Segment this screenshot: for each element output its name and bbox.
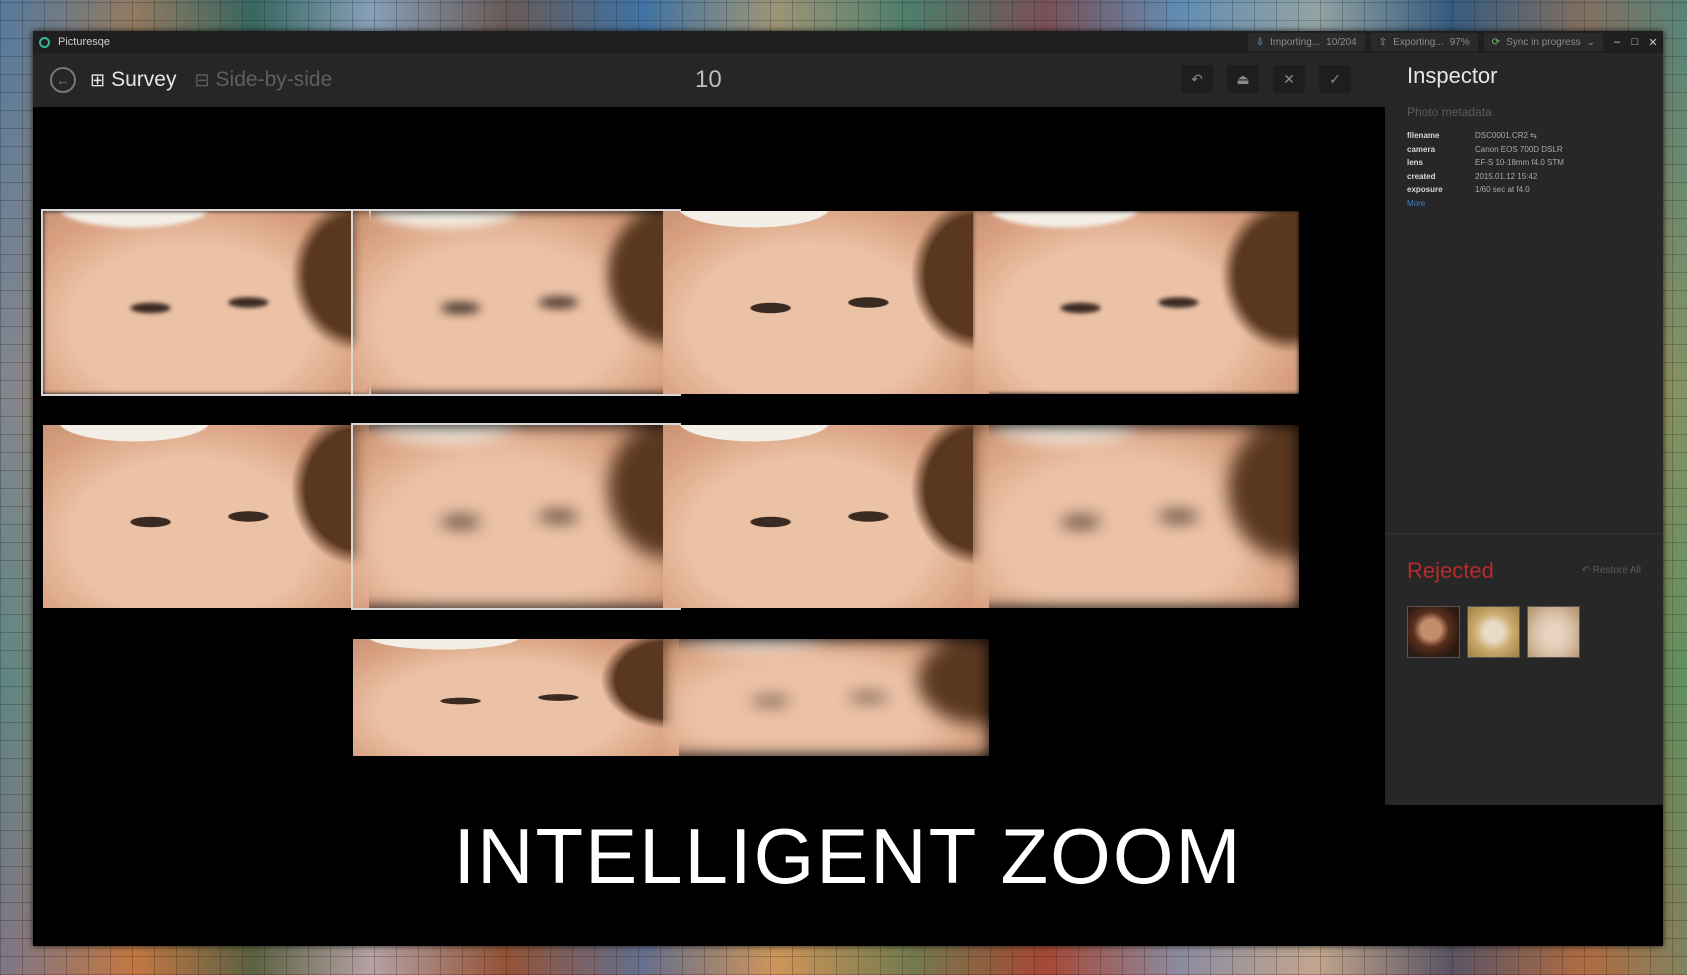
accept-button[interactable]: ✓ — [1319, 65, 1351, 93]
app-logo-icon — [39, 36, 50, 48]
maximize-button[interactable]: □ — [1627, 36, 1643, 48]
sync-icon: ⟳ — [1491, 36, 1501, 48]
sync-dropdown-icon: ⌄ — [1586, 36, 1595, 48]
metadata-value: Canon EOS 700D DSLR — [1475, 144, 1563, 154]
app-window: Picturesqe ⇩ Importing... 10/204 ⇧ Expor… — [33, 31, 1663, 946]
import-icon: ⇩ — [1255, 36, 1265, 48]
mode-side-by-side-label: Side-by-side — [215, 68, 333, 91]
metadata-row: lens EF-S 10-18mm f4.0 STM — [1407, 156, 1564, 170]
photo-1-image — [43, 211, 369, 394]
metadata-row: exposure 1/60 sec at f4.0 — [1407, 183, 1564, 197]
photo-4[interactable] — [973, 211, 1299, 394]
restore-all-button[interactable]: ↶ Restore All — [1581, 565, 1641, 576]
title-bar: Picturesqe ⇩ Importing... 10/204 ⇧ Expor… — [33, 31, 1663, 53]
metadata-row: filename DSC0001.CR2 ⇆ — [1407, 129, 1564, 143]
toolbar: ← ⊞ Survey ⊟ Side-by-side 10 ↶ ⏏ ✕ ✓ — [33, 53, 1385, 107]
accept-icon: ✓ — [1329, 70, 1341, 87]
photo-4-image — [973, 211, 1299, 394]
rejected-thumbnail[interactable] — [1467, 606, 1520, 658]
tool-group: ↶ ⏏ ✕ ✓ — [1181, 65, 1351, 93]
inspector-divider — [1385, 533, 1663, 534]
photo-9-image — [353, 639, 679, 756]
metadata-value: 1/60 sec at f4.0 — [1475, 185, 1530, 194]
metadata-value: EF-S 10-18mm f4.0 STM — [1475, 158, 1564, 167]
metadata-key: created — [1407, 171, 1436, 181]
photo-3[interactable] — [663, 211, 989, 394]
inspector-title: Inspector — [1407, 63, 1498, 88]
metadata-value: 2015.01.12 15:42 — [1475, 171, 1538, 181]
mode-side-by-side[interactable]: ⊟ Side-by-side — [194, 68, 332, 92]
split-icon: ⊟ — [194, 69, 210, 90]
importing-status[interactable]: ⇩ Importing... 10/204 — [1247, 33, 1365, 51]
mode-survey-label: Survey — [111, 68, 177, 91]
photo-8[interactable] — [973, 425, 1299, 608]
reject-button[interactable]: ✕ — [1273, 65, 1305, 93]
photo-9[interactable] — [353, 639, 679, 756]
photo-6[interactable] — [351, 423, 681, 610]
exporting-detail: 97% — [1449, 36, 1470, 48]
inspector-subtitle: Photo metadata — [1407, 105, 1492, 119]
undo-icon: ↶ — [1191, 70, 1203, 87]
photo-3-image — [663, 211, 989, 394]
inspector-panel: Inspector Photo metadata filename DSC0001… — [1385, 53, 1663, 805]
mode-survey[interactable]: ⊞ Survey — [90, 68, 176, 92]
photo-8-image — [973, 425, 1299, 608]
exporting-status[interactable]: ⇧ Exporting... 97% — [1370, 33, 1478, 51]
back-button[interactable]: ← — [50, 67, 76, 93]
photo-5-image — [43, 425, 369, 608]
photo-7[interactable] — [663, 425, 989, 608]
metadata-table: filename DSC0001.CR2 ⇆ camera Canon EOS 70… — [1407, 129, 1564, 210]
photo-2-image — [353, 211, 679, 394]
metadata-key: filename — [1407, 131, 1440, 140]
photo-1[interactable] — [41, 209, 371, 396]
metadata-value: DSC0001.CR2 ⇆ — [1475, 131, 1537, 140]
photo-7-image — [663, 425, 989, 608]
stack-button[interactable]: ⏏ — [1227, 65, 1259, 93]
reject-icon: ✕ — [1283, 70, 1295, 87]
photo-count: 10 — [695, 66, 722, 93]
importing-detail: 10/204 — [1326, 36, 1357, 48]
rejected-thumbnail[interactable] — [1407, 606, 1460, 658]
photo-5[interactable] — [43, 425, 369, 608]
metadata-key: camera — [1407, 144, 1436, 154]
back-arrow-icon: ← — [56, 72, 70, 88]
rejected-title: Rejected — [1407, 558, 1494, 583]
metadata-row: created 2015.01.12 15:42 — [1407, 170, 1564, 184]
video-caption: INTELLIGENT ZOOM — [453, 812, 1243, 900]
photo-10-image — [663, 639, 989, 756]
photo-2[interactable] — [351, 209, 681, 396]
importing-label: Importing... — [1270, 36, 1321, 48]
export-icon: ⇧ — [1378, 36, 1388, 48]
rejected-thumbnail[interactable] — [1527, 606, 1580, 658]
metadata-row: camera Canon EOS 700D DSLR — [1407, 143, 1564, 157]
sync-status[interactable]: ⟳ Sync in progress ⌄ — [1483, 33, 1603, 51]
undo-button[interactable]: ↶ — [1181, 65, 1213, 93]
photo-6-image — [353, 425, 679, 608]
metadata-key: exposure — [1407, 185, 1443, 194]
rejected-thumbnails — [1407, 606, 1580, 658]
close-button[interactable]: ✕ — [1645, 36, 1661, 49]
minimize-button[interactable]: – — [1609, 36, 1625, 48]
grid-icon: ⊞ — [90, 69, 106, 90]
sync-label: Sync in progress — [1506, 36, 1581, 48]
metadata-key: lens — [1407, 158, 1424, 167]
photo-10[interactable] — [663, 639, 989, 756]
more-link[interactable]: More — [1407, 197, 1564, 211]
stack-icon: ⏏ — [1236, 70, 1250, 87]
app-title: Picturesqe — [58, 36, 110, 48]
exporting-label: Exporting... — [1393, 36, 1444, 48]
